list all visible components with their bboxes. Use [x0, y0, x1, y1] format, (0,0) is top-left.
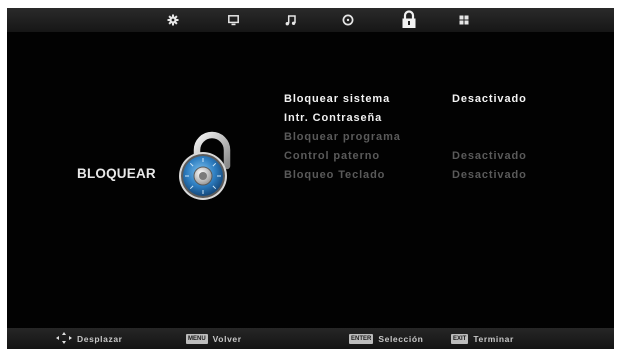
- page-title: BLOQUEAR: [77, 166, 156, 181]
- dpad-arrows-icon: [56, 331, 72, 346]
- menu-item-control-paterno: Control paterno Desactivado: [284, 147, 594, 166]
- menu-item-bloquear-sistema[interactable]: Bloquear sistema Desactivado: [284, 90, 594, 109]
- hint-label: Volver: [212, 333, 242, 344]
- menu-item-intr-contrasena[interactable]: Intr. Contraseña: [284, 109, 594, 128]
- grid-icon[interactable]: [456, 12, 472, 28]
- clock-icon[interactable]: [340, 12, 356, 28]
- menu-item-label: Intr. Contraseña: [284, 112, 383, 124]
- menu-item-value: Desactivado: [452, 93, 527, 105]
- combination-lock-icon: [173, 130, 243, 202]
- menu-key-badge: MENU: [186, 333, 208, 344]
- menu-item-bloquear-programa: Bloquear programa: [284, 128, 594, 147]
- music-note-icon[interactable]: [282, 12, 298, 28]
- hint-label: Desplazar: [77, 333, 123, 344]
- menu-item-value: Desactivado: [452, 150, 527, 162]
- monitor-icon[interactable]: [225, 12, 241, 28]
- category-tab-bar: [7, 8, 614, 32]
- lock-settings-menu: Bloquear sistema Desactivado Intr. Contr…: [284, 90, 594, 185]
- menu-item-label: Bloquear sistema: [284, 93, 391, 105]
- hint-navigate: Desplazar: [56, 328, 123, 349]
- hint-exit: EXIT Terminar: [451, 328, 514, 349]
- menu-item-value: Desactivado: [452, 169, 527, 181]
- exit-key-badge: EXIT: [451, 333, 469, 344]
- menu-item-label: Bloqueo Teclado: [284, 169, 386, 181]
- hint-back: MENU Volver: [186, 328, 242, 349]
- padlock-icon[interactable]: [400, 9, 418, 29]
- menu-item-bloqueo-teclado: Bloqueo Teclado Desactivado: [284, 166, 594, 185]
- gear-icon[interactable]: [165, 12, 181, 28]
- menu-item-label: Bloquear programa: [284, 131, 401, 143]
- key-hint-bar: Desplazar MENU Volver ENTER Selección EX…: [7, 328, 614, 349]
- menu-item-label: Control paterno: [284, 150, 380, 162]
- hint-label: Terminar: [473, 333, 514, 344]
- hint-label: Selección: [378, 333, 424, 344]
- hint-select: ENTER Selección: [349, 328, 423, 349]
- tv-menu-screen: BLOQUEAR Bloquear sistema Desactivado In…: [7, 8, 614, 349]
- enter-key-badge: ENTER: [349, 333, 374, 344]
